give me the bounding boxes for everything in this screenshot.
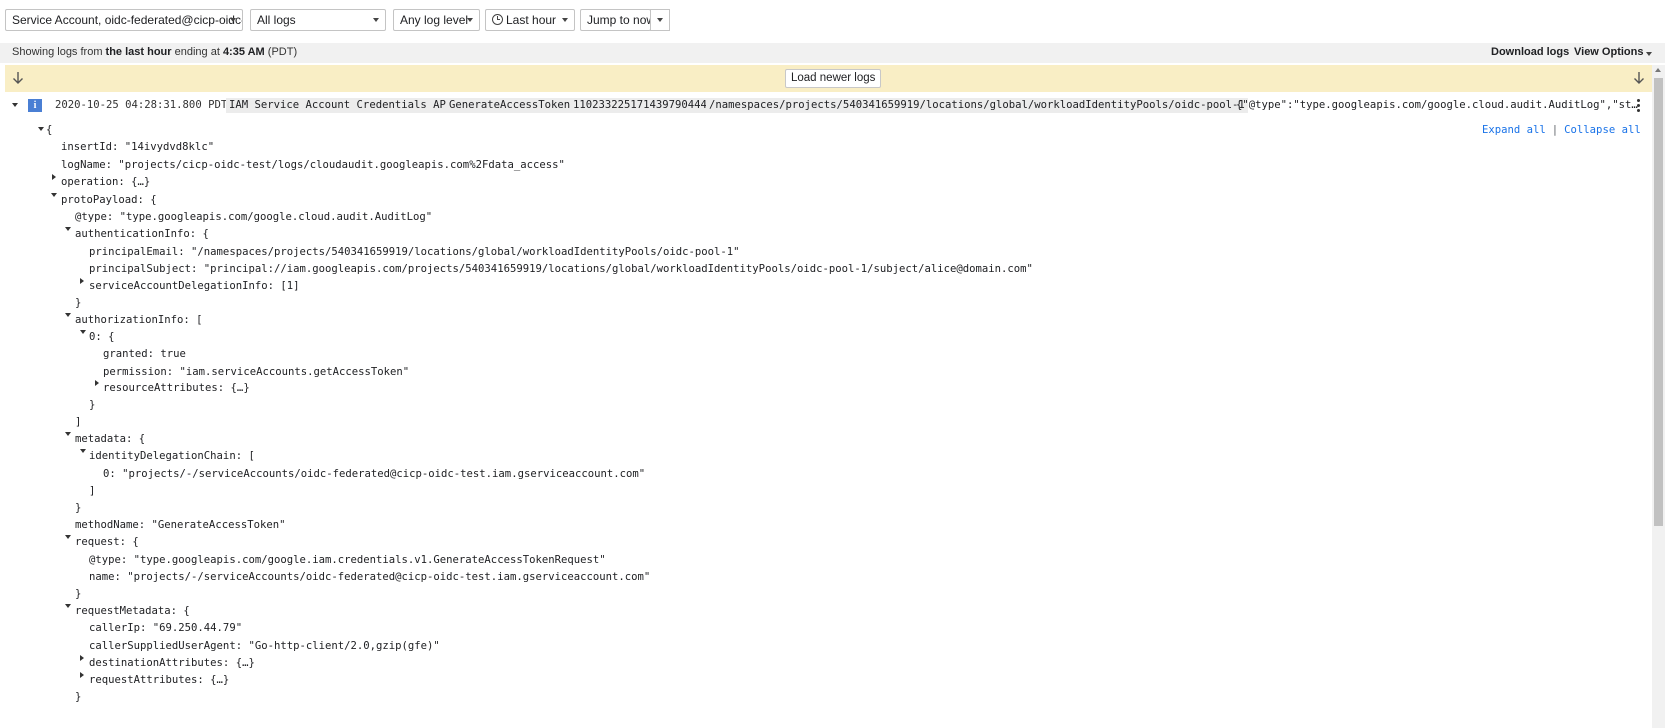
chevron-down-icon (230, 18, 236, 22)
tree-line[interactable]: request: { (75, 533, 139, 551)
tree-line: } (75, 588, 82, 600)
newer-logs-banner: Load newer logs (5, 65, 1652, 92)
arrow-down-icon[interactable] (1632, 71, 1646, 85)
tree-line[interactable]: 0: { (89, 328, 115, 346)
tree-line: granted: true (103, 348, 186, 360)
collapse-toggle-icon[interactable] (80, 330, 86, 334)
status-bar: Showing logs from the last hour ending a… (0, 43, 1665, 63)
collapse-toggle-icon[interactable] (65, 535, 71, 539)
scrollbar-thumb[interactable] (1654, 78, 1663, 526)
collapse-toggle-icon[interactable] (65, 227, 71, 231)
tree-line[interactable]: requestMetadata: { (75, 602, 190, 620)
tree-line: } (75, 691, 82, 703)
log-level-label: Any log level (400, 13, 469, 27)
tree-line: methodName: "GenerateAccessToken" (75, 519, 286, 531)
toolbar: Service Account, oidc-federated@cicp-oid… (0, 0, 1665, 42)
time-range-label: Last hour (506, 13, 557, 27)
tree-line[interactable]: authenticationInfo: { (75, 225, 209, 243)
collapse-toggle-icon[interactable] (65, 604, 71, 608)
log-level-dropdown[interactable]: Any log level (393, 9, 480, 31)
scroll-up-icon[interactable] (1655, 68, 1661, 72)
jump-options-dropdown[interactable] (650, 9, 670, 31)
tree-line: callerSuppliedUserAgent: "Go-http-client… (89, 640, 440, 652)
tree-line[interactable]: metadata: { (75, 430, 145, 448)
expand-toggle-icon[interactable] (12, 103, 18, 107)
expand-toggle-icon[interactable] (52, 174, 56, 180)
id-chip[interactable]: 110233225171439790444 (570, 98, 710, 113)
tree-line: 0: "projects/-/serviceAccounts/oidc-fede… (103, 468, 646, 480)
tree-line: } (75, 297, 82, 309)
status-range: the last hour (105, 46, 172, 58)
collapse-toggle-icon[interactable] (65, 313, 71, 317)
tree-line[interactable]: requestAttributes: {…} (89, 671, 229, 689)
status-suffix: (PDT) (264, 46, 298, 58)
tree-controls: Expand all | Collapse all (1482, 124, 1641, 136)
chevron-down-icon (373, 18, 379, 22)
chevron-down-icon (467, 18, 473, 22)
tree-line[interactable]: authorizationInfo: [ (75, 311, 203, 329)
collapse-toggle-icon[interactable] (51, 193, 57, 197)
log-summary: {"@type":"type.googleapis.com/google.clo… (1236, 99, 1638, 111)
tree-line: { (46, 124, 53, 136)
more-vert-icon[interactable] (1637, 99, 1640, 112)
status-time: 4:35 AM (222, 46, 265, 58)
status-prefix: Showing logs from (12, 46, 106, 58)
log-entry-row[interactable]: i 2020-10-25 04:28:31.800 PDT IAM Servic… (0, 96, 1650, 115)
status-middle: ending at (171, 46, 223, 58)
method-chip[interactable]: GenerateAccessToken (446, 98, 574, 113)
tree-line[interactable]: resourceAttributes: {…} (103, 379, 250, 397)
jump-to-now-label: Jump to now (587, 13, 651, 27)
tree-line: insertId: "14ivydvd8klc" (61, 141, 215, 153)
tree-line[interactable]: destinationAttributes: {…} (89, 654, 255, 672)
tree-line: principalSubject: "principal://iam.googl… (89, 263, 1033, 275)
load-newer-logs-button[interactable]: Load newer logs (785, 69, 882, 88)
log-filter-label: All logs (257, 13, 296, 27)
tree-line: ] (75, 416, 82, 428)
jump-to-now-button[interactable]: Jump to now (580, 9, 651, 31)
tree-line: } (75, 502, 82, 514)
collapse-toggle-icon[interactable] (65, 432, 71, 436)
collapse-all-link[interactable]: Collapse all (1564, 124, 1641, 136)
collapse-toggle-icon[interactable] (80, 449, 86, 453)
time-range-dropdown[interactable]: Last hour (485, 9, 575, 31)
expand-toggle-icon[interactable] (80, 655, 84, 661)
resource-filter-dropdown[interactable]: Service Account, oidc-federated@cicp-oid… (5, 9, 243, 31)
arrow-down-icon[interactable] (11, 71, 25, 85)
separator: | (1551, 124, 1559, 136)
chevron-down-icon (562, 18, 568, 22)
view-options-button[interactable]: View Options (1574, 46, 1643, 58)
expand-toggle-icon[interactable] (95, 380, 99, 386)
download-logs-button[interactable]: Download logs (1491, 46, 1569, 58)
expand-toggle-icon[interactable] (80, 278, 84, 284)
tree-line: @type: "type.googleapis.com/google.cloud… (75, 211, 433, 223)
tree-line: @type: "type.googleapis.com/google.iam.c… (89, 554, 606, 566)
log-timestamp: 2020-10-25 04:28:31.800 PDT (55, 99, 228, 111)
tree-line: name: "projects/-/serviceAccounts/oidc-f… (89, 571, 651, 583)
resource-filter-label: Service Account, oidc-federated@cicp-oid… (12, 13, 243, 27)
tree-line[interactable]: operation: {…} (61, 173, 150, 191)
tree-line: logName: "projects/cicp-oidc-test/logs/c… (61, 159, 565, 171)
tree-line: principalEmail: "/namespaces/projects/54… (89, 246, 740, 258)
service-chip[interactable]: IAM Service Account Credentials API (226, 98, 456, 113)
showing-logs-text: Showing logs from the last hour ending a… (12, 46, 297, 58)
clock-icon (492, 14, 503, 25)
tree-line[interactable]: identityDelegationChain: [ (89, 447, 255, 465)
info-severity-icon: i (28, 99, 42, 112)
log-filter-dropdown[interactable]: All logs (250, 9, 386, 31)
tree-line[interactable]: serviceAccountDelegationInfo: [1] (89, 277, 299, 295)
collapse-toggle-icon[interactable] (38, 127, 44, 131)
principal-chip[interactable]: /namespaces/projects/540341659919/locati… (706, 98, 1248, 113)
tree-line[interactable]: protoPayload: { (61, 191, 157, 209)
expand-toggle-icon[interactable] (80, 672, 84, 678)
chevron-down-icon (657, 18, 663, 22)
tree-line: callerIp: "69.250.44.79" (89, 622, 243, 634)
tree-line: } (89, 399, 96, 411)
chevron-down-icon[interactable] (1646, 52, 1652, 56)
expand-all-link[interactable]: Expand all (1482, 124, 1546, 136)
tree-line: ] (89, 485, 96, 497)
